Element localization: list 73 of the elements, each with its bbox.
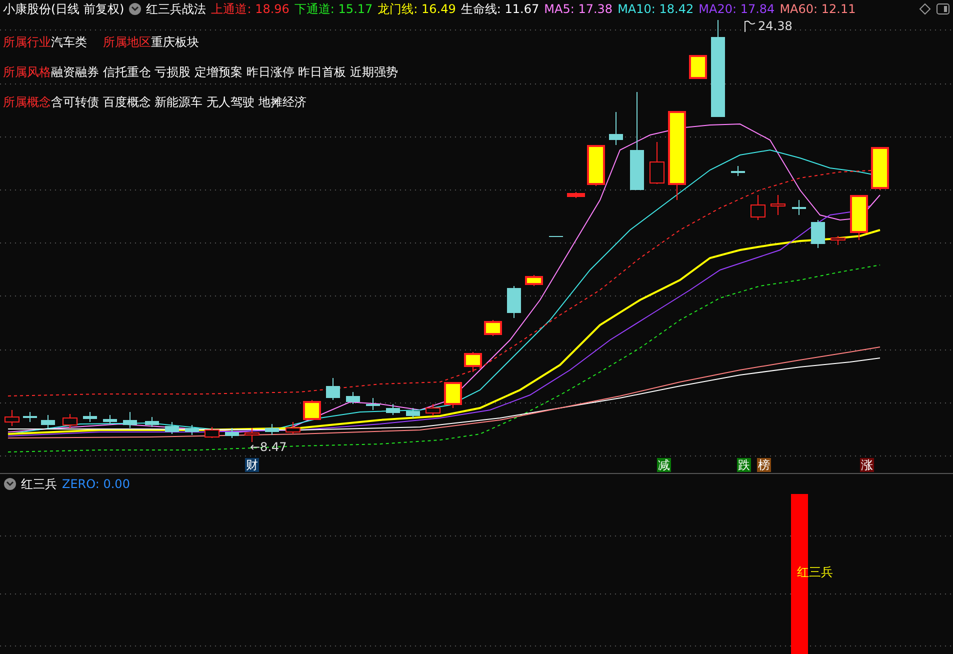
indicator-reading: 下通道: 15.17: [294, 1, 373, 18]
candlestick: [750, 194, 766, 220]
flag-icon: [744, 20, 756, 32]
candlestick: [62, 414, 78, 428]
candlestick: [286, 422, 300, 434]
candlestick: [587, 145, 605, 186]
candlestick: [484, 320, 502, 336]
event-marker[interactable]: 减: [657, 458, 671, 472]
candlestick: [464, 352, 482, 372]
info-text: 含可转债 百度概念 新能源车 无人驾驶 地摊经济: [51, 94, 306, 111]
candlestick: [507, 286, 521, 318]
indicator-name: 红三兵战法: [146, 1, 206, 18]
candlestick: [567, 192, 585, 198]
candlestick: [225, 428, 239, 438]
candlestick: [850, 195, 868, 240]
candlestick: [123, 412, 137, 428]
zero-reading: ZERO: 0.00: [62, 476, 130, 493]
candlestick: [185, 424, 199, 436]
candlestick: [346, 392, 360, 404]
high-price-label: 24.38: [758, 18, 792, 35]
info-label: 所属地区: [103, 34, 151, 51]
indicator-reading: MA10: 18.42: [618, 1, 694, 18]
candlestick: [303, 400, 321, 420]
candlestick: [265, 424, 279, 436]
indicator-reading: MA20: 17.84: [698, 1, 775, 18]
candlestick: [609, 112, 623, 146]
dropdown-icon[interactable]: [4, 478, 16, 490]
indicator-reading: MA5: 17.38: [544, 1, 613, 18]
candlestick: [650, 142, 664, 184]
candlestick: [549, 236, 563, 238]
info-label: 所属风格: [3, 64, 51, 81]
candlestick: [41, 414, 55, 428]
indicator-reading: MA60: 12.11: [780, 1, 856, 18]
info-label: 所属概念: [3, 94, 51, 111]
diamond-icon[interactable]: [919, 3, 931, 15]
info-text: 重庆板块: [151, 34, 199, 51]
candlestick: [244, 428, 260, 442]
candlestick: [4, 410, 20, 426]
candlestick: [326, 378, 340, 400]
candlestick: [731, 166, 745, 176]
candlestick: [689, 55, 707, 79]
candlestick: [23, 412, 37, 422]
info-text: 汽车类: [51, 34, 87, 51]
panel-title: 红三兵: [21, 476, 57, 493]
event-marker[interactable]: 榜: [757, 458, 771, 472]
panel-toggle-icon[interactable]: [936, 3, 950, 15]
event-marker[interactable]: 跌: [737, 458, 751, 472]
candlestick: [792, 200, 806, 216]
info-label: 所属行业: [3, 34, 51, 51]
indicator-reading: 生命线: 11.67: [460, 1, 540, 18]
candlestick: [406, 408, 420, 418]
indicator-reading: 上通道: 18.96: [211, 1, 290, 18]
info-text: 融资融券 信托重仓 亏损股 定增预案 昨日涨停 昨日首板 近期强势: [51, 64, 398, 81]
dropdown-icon[interactable]: [129, 3, 142, 15]
candlestick: [525, 274, 543, 286]
candlestick: [386, 404, 400, 416]
stock-title: 小康股份(日线 前复权): [3, 1, 124, 18]
candlestick: [366, 398, 380, 410]
event-marker[interactable]: 财: [245, 458, 259, 472]
indicator-reading: 龙门线: 16.49: [378, 1, 456, 18]
candlestick: [811, 220, 825, 248]
candlestick: [103, 414, 117, 424]
candlestick: [444, 382, 462, 408]
candlestick: [145, 416, 159, 428]
candlestick: [426, 404, 440, 416]
candlestick: [204, 426, 220, 438]
candlestick: [871, 147, 889, 190]
candlestick: [165, 422, 179, 434]
event-marker[interactable]: 涨: [860, 458, 874, 472]
low-price-label: ←8.47: [250, 439, 287, 456]
candlestick: [770, 194, 786, 216]
candlestick: [830, 236, 846, 246]
candlestick: [83, 412, 97, 422]
